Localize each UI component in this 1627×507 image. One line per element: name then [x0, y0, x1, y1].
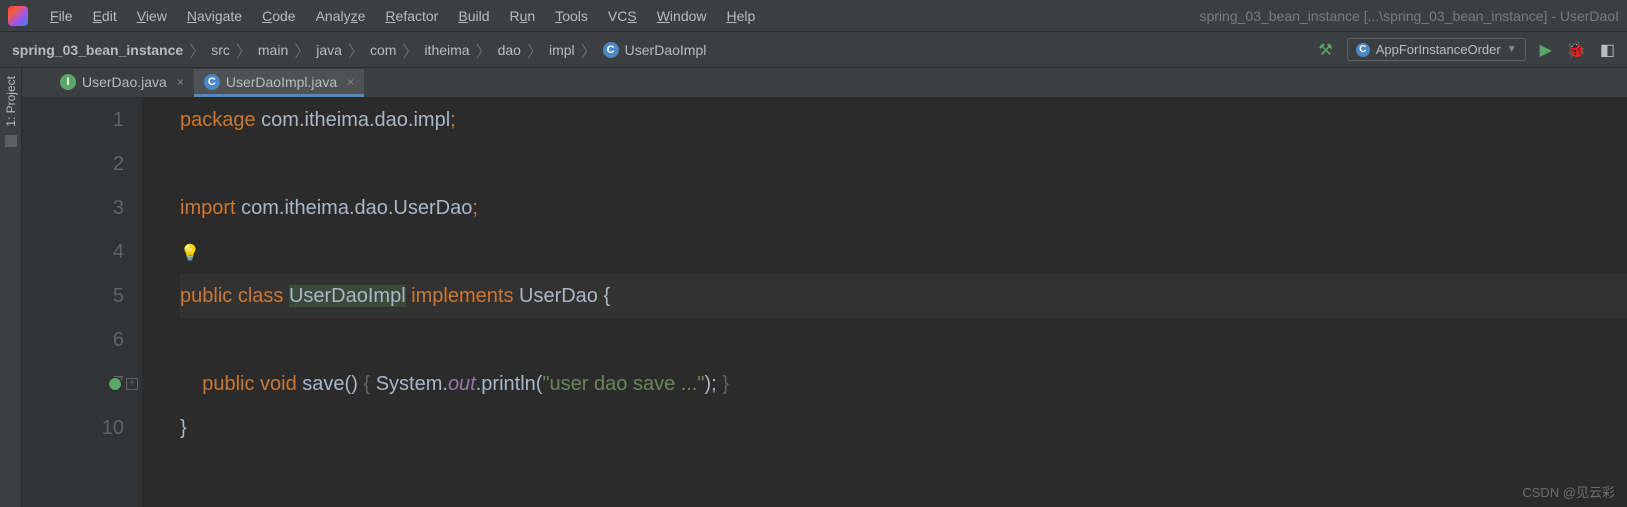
- menu-edit[interactable]: Edit: [83, 0, 127, 32]
- build-icon[interactable]: ⚒: [1318, 40, 1332, 60]
- line-number[interactable]: 1: [22, 98, 124, 142]
- menu-bar: File Edit View Navigate Code Analyze Ref…: [0, 0, 1627, 32]
- line-number[interactable]: 10: [22, 406, 124, 450]
- chevron-right-icon: 〉: [476, 38, 492, 62]
- crumb-main[interactable]: main: [258, 42, 288, 58]
- class-icon: C: [603, 42, 619, 58]
- close-icon[interactable]: ×: [177, 75, 184, 89]
- run-config-select[interactable]: C AppForInstanceOrder ▼: [1347, 38, 1526, 61]
- tab-userdao[interactable]: I UserDao.java ×: [50, 69, 194, 97]
- chevron-right-icon: 〉: [402, 38, 418, 62]
- close-icon[interactable]: ×: [347, 75, 354, 89]
- chevron-right-icon: 〉: [236, 38, 252, 62]
- window-title: spring_03_bean_instance [...\spring_03_b…: [1199, 8, 1619, 24]
- crumb-impl[interactable]: impl: [549, 42, 575, 58]
- code-area[interactable]: package com.itheima.dao.impl; import com…: [142, 98, 1627, 507]
- line-number[interactable]: 3: [22, 186, 124, 230]
- chevron-right-icon: 〉: [581, 38, 597, 62]
- coverage-icon[interactable]: ◧: [1600, 40, 1615, 60]
- project-tool-button[interactable]: 1: Project: [4, 76, 18, 127]
- interface-icon: I: [60, 74, 76, 90]
- crumb-dao[interactable]: dao: [498, 42, 521, 58]
- run-icon[interactable]: ▶: [1540, 40, 1552, 60]
- watermark: CSDN @见云彩: [1522, 482, 1615, 501]
- chevron-right-icon: 〉: [527, 38, 543, 62]
- implements-gutter-icon[interactable]: [108, 377, 122, 391]
- crumb-java[interactable]: java: [316, 42, 342, 58]
- crumb-root[interactable]: spring_03_bean_instance: [12, 42, 183, 58]
- tab-label: UserDaoImpl.java: [226, 74, 337, 90]
- tab-userdaoimpl[interactable]: C UserDaoImpl.java ×: [194, 69, 364, 97]
- app-icon: [8, 6, 28, 26]
- line-number[interactable]: 2: [22, 142, 124, 186]
- menu-file[interactable]: File: [40, 0, 83, 32]
- menu-view[interactable]: View: [127, 0, 177, 32]
- tab-label: UserDao.java: [82, 74, 167, 90]
- code-editor[interactable]: 1 2 3 4 5 6 7+ 10 package com.itheima.da…: [22, 98, 1627, 507]
- crumb-class[interactable]: CUserDaoImpl: [603, 42, 707, 58]
- line-number[interactable]: 5: [22, 274, 124, 318]
- menu-run[interactable]: Run: [500, 0, 546, 32]
- line-number[interactable]: 4: [22, 230, 124, 274]
- crumb-src[interactable]: src: [211, 42, 230, 58]
- class-icon: C: [204, 74, 220, 90]
- menu-analyze[interactable]: Analyze: [306, 0, 376, 32]
- side-toolbar: 1: Project: [0, 68, 22, 507]
- line-number[interactable]: 7+: [22, 362, 124, 406]
- run-config-label: AppForInstanceOrder: [1376, 42, 1501, 57]
- menu-navigate[interactable]: Navigate: [177, 0, 252, 32]
- line-number[interactable]: 6: [22, 318, 124, 362]
- class-icon: C: [1356, 43, 1370, 57]
- gutter[interactable]: 1 2 3 4 5 6 7+ 10: [22, 98, 142, 507]
- chevron-right-icon: 〉: [189, 38, 205, 62]
- menu-tools[interactable]: Tools: [545, 0, 598, 32]
- crumb-com[interactable]: com: [370, 42, 396, 58]
- menu-help[interactable]: Help: [717, 0, 766, 32]
- chevron-right-icon: 〉: [348, 38, 364, 62]
- menu-build[interactable]: Build: [448, 0, 499, 32]
- chevron-down-icon: ▼: [1507, 44, 1517, 55]
- navigation-bar: spring_03_bean_instance 〉 src 〉 main 〉 j…: [0, 32, 1627, 68]
- editor-tabs: I UserDao.java × C UserDaoImpl.java ×: [22, 68, 1627, 98]
- menu-window[interactable]: Window: [647, 0, 717, 32]
- menu-vcs[interactable]: VCS: [598, 0, 647, 32]
- debug-icon[interactable]: 🐞: [1566, 40, 1586, 60]
- menu-refactor[interactable]: Refactor: [375, 0, 448, 32]
- chevron-right-icon: 〉: [294, 38, 310, 62]
- tool-icon[interactable]: [5, 135, 17, 147]
- menu-code[interactable]: Code: [252, 0, 305, 32]
- fold-icon[interactable]: +: [126, 378, 138, 390]
- intention-bulb-icon[interactable]: 💡: [180, 232, 200, 276]
- crumb-itheima[interactable]: itheima: [424, 42, 469, 58]
